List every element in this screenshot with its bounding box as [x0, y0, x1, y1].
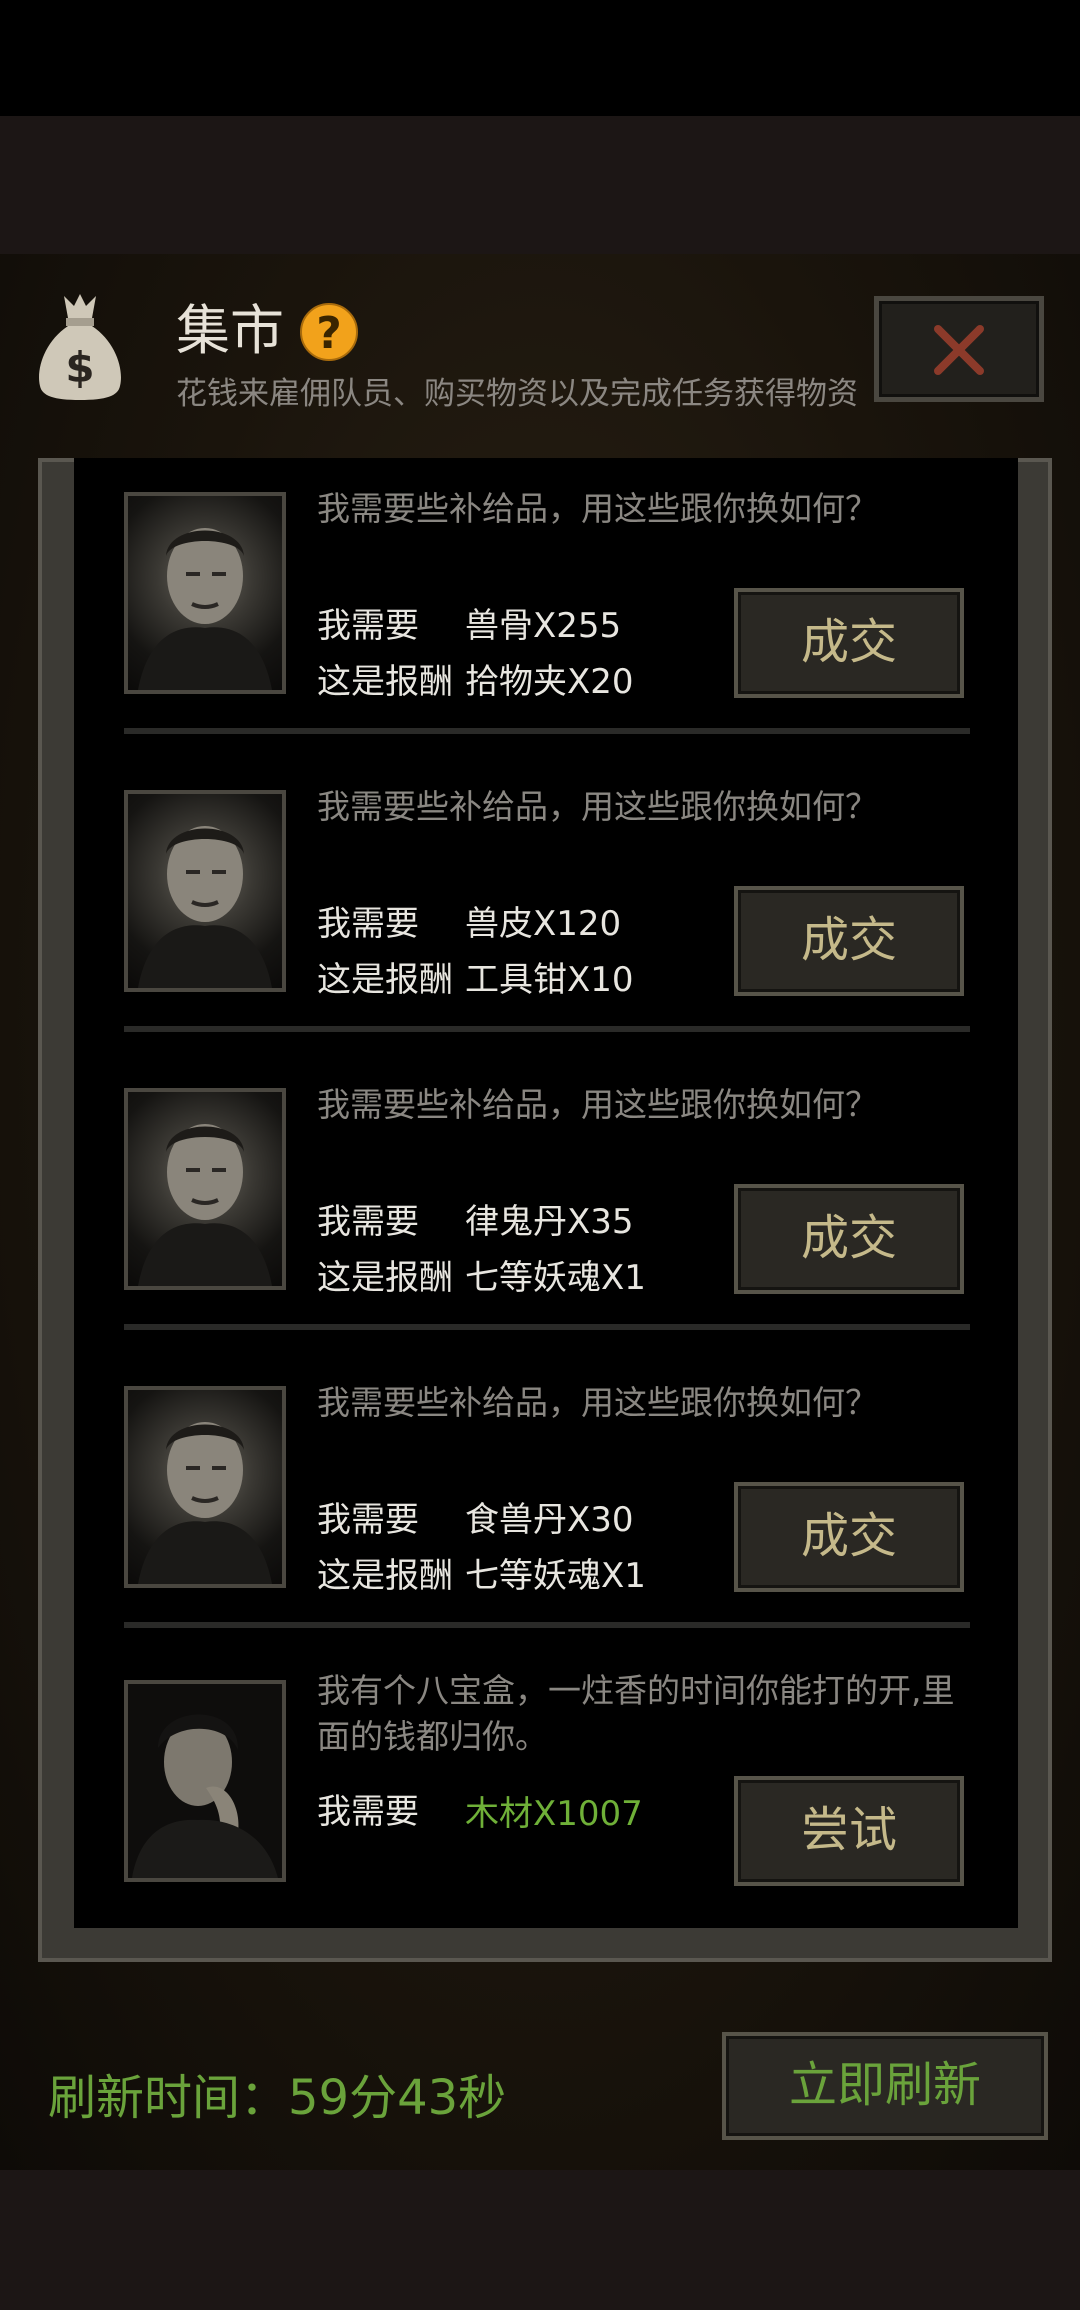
reward-value: 工具钳X10 — [465, 960, 634, 1000]
need-label: 我需要 — [317, 606, 419, 646]
close-icon — [934, 325, 984, 375]
need-label: 我需要 — [317, 1202, 419, 1242]
close-button[interactable] — [874, 296, 1044, 402]
row-divider — [124, 1324, 970, 1330]
refresh-now-button[interactable]: 立即刷新 — [722, 2032, 1048, 2140]
need-label: 我需要 — [317, 904, 419, 944]
deal-button[interactable]: 成交 — [734, 886, 964, 996]
reward-value: 拾物夹X20 — [465, 662, 634, 702]
trader-portrait — [124, 1386, 286, 1588]
money-bag-icon: $ — [34, 290, 126, 402]
top-band — [0, 116, 1080, 254]
help-icon[interactable]: ? — [300, 303, 358, 361]
refresh-timer: 刷新时间：59分43秒 — [48, 2070, 507, 2126]
bottom-band — [0, 2170, 1080, 2310]
list-item: 我需要些补给品，用这些跟你换如何？ 我需要 兽皮X120 这是报酬 工具钳X10… — [74, 756, 1018, 1054]
deal-button[interactable]: 成交 — [734, 1482, 964, 1592]
reward-value: 七等妖魂X1 — [465, 1258, 646, 1298]
row-divider — [124, 1622, 970, 1628]
offer-prompt: 我需要些补给品，用这些跟你换如何？ — [317, 1383, 878, 1422]
need-value: 兽皮X120 — [465, 904, 622, 944]
reward-label: 这是报酬 — [317, 1556, 453, 1596]
list-item: 我需要些补给品，用这些跟你换如何？ 我需要 食兽丹X30 这是报酬 七等妖魂X1… — [74, 1352, 1018, 1650]
reward-label: 这是报酬 — [317, 960, 453, 1000]
offer-prompt: 我需要些补给品，用这些跟你换如何？ — [317, 1085, 878, 1124]
page-subtitle: 花钱来雇佣队员、购买物资以及完成任务获得物资 — [176, 376, 858, 412]
need-label: 我需要 — [317, 1500, 419, 1540]
trader-portrait — [124, 492, 286, 694]
deal-button[interactable]: 成交 — [734, 1184, 964, 1294]
row-divider — [124, 728, 970, 734]
list-item: 我需要些补给品，用这些跟你换如何？ 我需要 律鬼丹X35 这是报酬 七等妖魂X1… — [74, 1054, 1018, 1352]
need-label: 我需要 — [317, 1792, 419, 1832]
offer-prompt: 我需要些补给品，用这些跟你换如何？ — [317, 787, 878, 826]
reward-label: 这是报酬 — [317, 1258, 453, 1298]
try-button[interactable]: 尝试 — [734, 1776, 964, 1886]
list-item: 我需要些补给品，用这些跟你换如何？ 我需要 兽骨X255 这是报酬 拾物夹X20… — [74, 458, 1018, 756]
trader-portrait — [124, 1088, 286, 1290]
reward-value: 七等妖魂X1 — [465, 1556, 646, 1596]
need-value: 木材X1007 — [465, 1794, 643, 1834]
deal-button[interactable]: 成交 — [734, 588, 964, 698]
row-divider — [124, 1026, 970, 1032]
list-item: 我有个八宝盒，一炷香的时间你能打的开,里面的钱都归你。 我需要 木材X1007 … — [74, 1650, 1018, 1928]
need-value: 兽骨X255 — [465, 606, 622, 646]
status-bar-area — [0, 0, 1080, 116]
need-value: 食兽丹X30 — [465, 1500, 634, 1540]
reward-label: 这是报酬 — [317, 662, 453, 702]
need-value: 律鬼丹X35 — [465, 1202, 634, 1242]
offer-prompt: 我需要些补给品，用这些跟你换如何？ — [317, 489, 878, 528]
trader-portrait — [124, 790, 286, 992]
trader-portrait — [124, 1680, 286, 1882]
svg-text:$: $ — [65, 343, 94, 392]
offer-list[interactable]: 我需要些补给品，用这些跟你换如何？ 我需要 兽骨X255 这是报酬 拾物夹X20… — [74, 458, 1018, 1928]
offer-prompt: 我有个八宝盒，一炷香的时间你能打的开,里面的钱都归你。 — [317, 1671, 955, 1756]
page-title: 集市 — [176, 299, 284, 362]
